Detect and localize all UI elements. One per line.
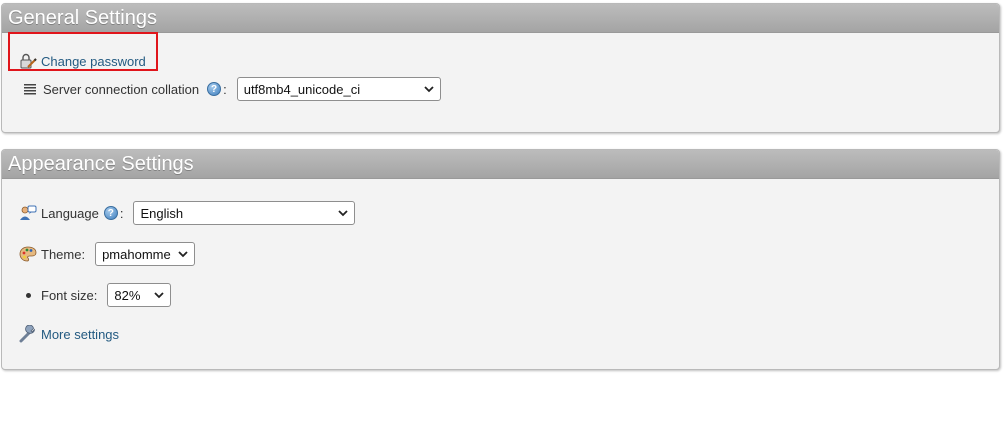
- theme-label: Theme:: [41, 246, 86, 262]
- bullet-icon: [26, 292, 31, 298]
- collation-select-value: utf8mb4_unicode_ci: [243, 81, 361, 97]
- change-password-link[interactable]: Change password: [41, 54, 146, 69]
- chevron-down-icon: [178, 251, 188, 258]
- more-settings-link[interactable]: More settings: [41, 327, 119, 342]
- collation-row: Server connection collation ? : utf8mb4_…: [21, 77, 441, 101]
- language-colon: :: [119, 205, 124, 221]
- more-settings-row[interactable]: More settings: [19, 322, 119, 346]
- language-select[interactable]: English: [133, 201, 356, 225]
- appearance-settings-panel: Appearance Settings Language ? : English: [1, 149, 1000, 370]
- lock-pen-icon: [19, 52, 37, 70]
- wrench-icon: [19, 325, 37, 343]
- change-password-row[interactable]: Change password: [19, 49, 146, 73]
- general-settings-title: General Settings: [2, 4, 999, 33]
- theme-row: Theme: pmahomme: [19, 242, 196, 266]
- chevron-down-icon: [154, 292, 164, 299]
- font-size-label: Font size:: [41, 287, 98, 303]
- collation-select[interactable]: utf8mb4_unicode_ci: [236, 77, 441, 101]
- theme-select[interactable]: pmahomme: [95, 242, 196, 266]
- chevron-down-icon: [338, 210, 349, 217]
- theme-select-value: pmahomme: [102, 246, 171, 262]
- font-size-select-value: 82%: [114, 287, 141, 303]
- language-row: Language ? : English: [19, 201, 356, 225]
- general-settings-panel: General Settings Change password Server …: [1, 3, 1000, 133]
- font-size-row: Font size: 82%: [16, 283, 172, 307]
- collation-colon: :: [223, 81, 227, 97]
- collation-label: Server connection collation: [43, 81, 200, 97]
- font-size-select[interactable]: 82%: [107, 283, 172, 307]
- chevron-down-icon: [424, 86, 434, 93]
- list-lines-icon: [21, 80, 39, 98]
- help-icon[interactable]: ?: [207, 82, 222, 96]
- help-icon[interactable]: ?: [103, 206, 118, 220]
- language-person-icon: [19, 204, 37, 222]
- language-select-value: English: [140, 205, 184, 221]
- palette-icon: [19, 245, 37, 263]
- appearance-settings-title: Appearance Settings: [2, 150, 999, 179]
- language-label: Language: [41, 205, 99, 221]
